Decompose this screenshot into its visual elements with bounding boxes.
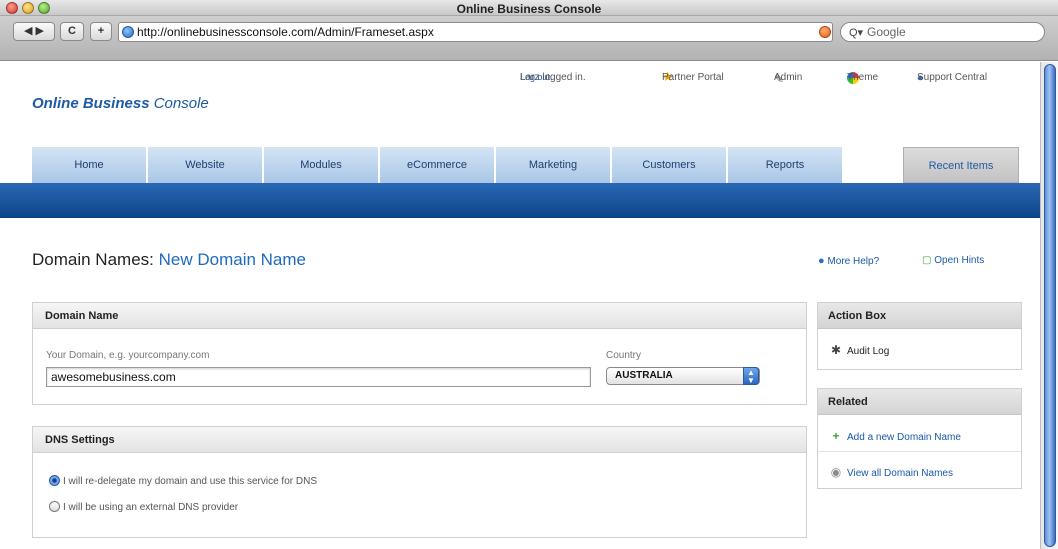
action-box-heading: Action Box (818, 303, 1021, 329)
nav-home[interactable]: Home (32, 147, 147, 183)
page-title-main: Domain Names: (32, 250, 154, 269)
search-icon: Q▾ (849, 27, 864, 39)
admin-label: Admin (774, 72, 803, 83)
browser-toolbar: ◀ ▶ C + http://onlinebusinessconsole.com… (0, 16, 1058, 61)
address-url: http://onlinebusinessconsole.com/Admin/F… (137, 25, 434, 39)
radio-unselected[interactable] (49, 501, 60, 512)
country-value: AUSTRALIA (615, 370, 673, 381)
header-links: Larz logged in. Log out. ★ Partner Portal… (520, 70, 1030, 88)
action-box: Action Box ✱ Audit Log (817, 302, 1022, 370)
add-domain-label: Add a new Domain Name (847, 432, 961, 443)
dns-panel-heading: DNS Settings (33, 427, 806, 453)
nav-modules[interactable]: Modules (264, 147, 379, 183)
dns-option-redelegate[interactable]: I will re-delegate my domain and use thi… (49, 475, 317, 487)
dns-option-1-label: I will re-delegate my domain and use thi… (63, 476, 317, 487)
divider (818, 451, 1021, 452)
scrollbar-thumb[interactable] (1044, 64, 1056, 547)
nav-reports[interactable]: Reports (728, 147, 843, 183)
domain-input[interactable]: awesomebusiness.com (46, 367, 591, 387)
globe-icon (122, 26, 134, 38)
dns-option-external[interactable]: I will be using an external DNS provider (49, 501, 238, 513)
site-logo[interactable]: Online Business Console (32, 95, 209, 112)
view-all-domains-link[interactable]: ◉ View all Domain Names (829, 465, 953, 479)
partner-portal-label: Partner Portal (662, 72, 724, 83)
theme-label: Theme (847, 72, 879, 83)
search-placeholder: Google (867, 25, 906, 39)
page-title: Domain Names: New Domain Name (32, 250, 306, 270)
eye-icon: ◉ (830, 465, 842, 479)
more-help-label: More Help? (827, 256, 880, 267)
support-label: Support Central (917, 72, 988, 83)
window-titlebar: Online Business Console (0, 0, 1058, 16)
vertical-scrollbar[interactable] (1040, 62, 1058, 549)
nav-website[interactable]: Website (148, 147, 263, 183)
address-bar[interactable]: http://onlinebusinessconsole.com/Admin/F… (118, 22, 833, 42)
back-forward-button[interactable]: ◀ ▶ (13, 22, 55, 41)
audit-log-link[interactable]: ✱ Audit Log (829, 343, 889, 357)
chat-bubble-icon: ● (818, 255, 825, 267)
dns-settings-panel: DNS Settings I will re-delegate my domai… (32, 426, 807, 538)
related-box: Related + Add a new Domain Name ◉ View all… (817, 388, 1022, 489)
domain-panel-heading: Domain Name (33, 303, 806, 329)
select-arrows-icon: ▲ ▼ (743, 367, 759, 385)
more-help-link[interactable]: ● More Help? (818, 255, 879, 267)
reload-button[interactable]: C (60, 22, 84, 41)
add-domain-link[interactable]: + Add a new Domain Name (829, 429, 961, 443)
page-title-sub: New Domain Name (158, 250, 306, 269)
logo-rest: Console (149, 95, 209, 112)
domain-name-panel: Domain Name Your Domain, e.g. yourcompan… (32, 302, 807, 405)
country-label: Country (606, 350, 642, 361)
related-heading: Related (818, 389, 1021, 415)
header-band (0, 183, 1040, 218)
dns-option-2-label: I will be using an external DNS provider (63, 502, 239, 513)
country-select[interactable]: AUSTRALIA ▲ ▼ (606, 367, 760, 385)
gears-icon: ✱ (830, 343, 842, 357)
recent-items-button[interactable]: Recent Items (903, 147, 1019, 183)
hint-icon: ▢ (922, 255, 932, 266)
add-bookmark-button[interactable]: + (90, 22, 112, 41)
search-input[interactable]: Q▾ Google (840, 22, 1045, 42)
domain-label: Your Domain, e.g. yourcompany.com (46, 350, 210, 361)
main-nav: Home Website Modules eCommerce Marketing… (32, 147, 1022, 183)
nav-ecommerce[interactable]: eCommerce (380, 147, 495, 183)
rss-icon[interactable] (819, 26, 831, 38)
nav-marketing[interactable]: Marketing (496, 147, 611, 183)
web-page: Larz logged in. Log out. ★ Partner Portal… (0, 62, 1040, 549)
window-title: Online Business Console (456, 2, 602, 16)
logo-bold: Online Business (32, 95, 150, 112)
login-status: Larz logged in. (520, 72, 586, 83)
plus-icon: + (832, 429, 840, 443)
radio-selected[interactable] (49, 475, 60, 486)
open-hints-link[interactable]: ▢ Open Hints (922, 255, 984, 266)
view-all-label: View all Domain Names (847, 468, 953, 479)
open-hints-label: Open Hints (934, 255, 985, 266)
audit-log-label: Audit Log (847, 346, 890, 357)
nav-customers[interactable]: Customers (612, 147, 727, 183)
